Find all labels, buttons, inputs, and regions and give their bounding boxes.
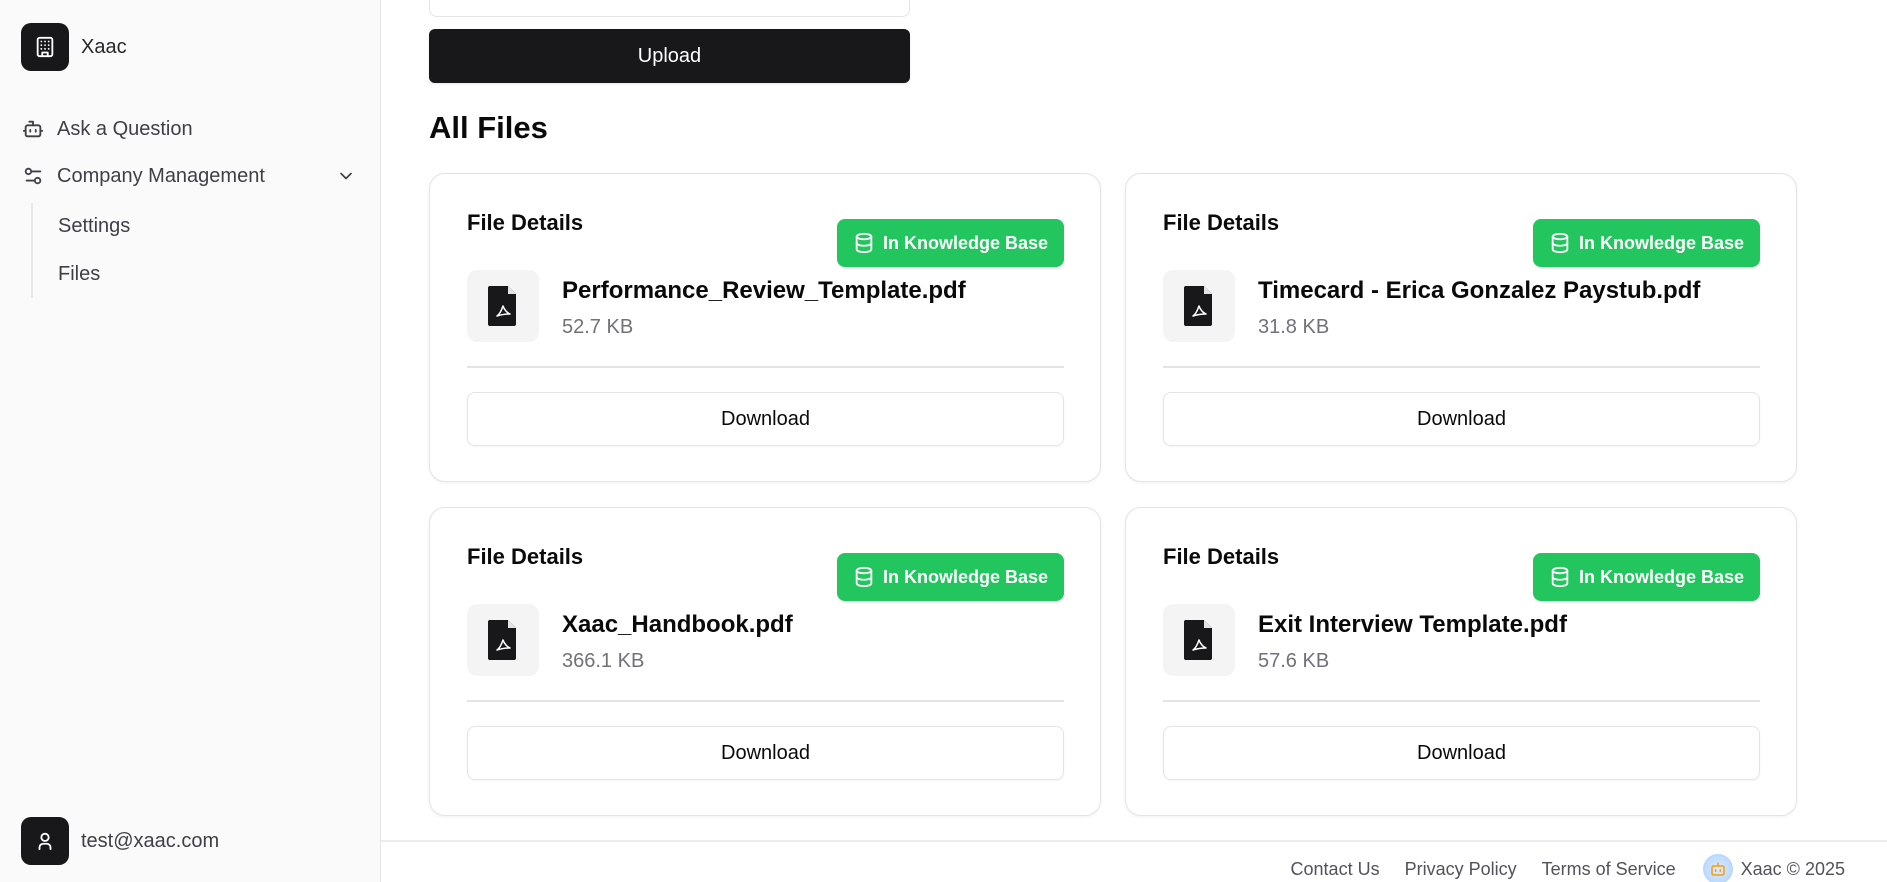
terms-of-service-link[interactable]: Terms of Service [1542,859,1676,880]
sidebar-item-settings[interactable]: Settings [58,215,130,238]
file-name: Xaac_Handbook.pdf [562,611,793,638]
divider [467,366,1064,368]
sidebar-item-ask-a-question[interactable]: Ask a Question [21,117,193,141]
main-content: Upload All Files File Details In Knowled… [381,0,1887,882]
download-button[interactable]: Download [1163,392,1760,446]
file-card: File Details In Knowledge Base Xaac_Hand… [429,507,1101,816]
download-button[interactable]: Download [467,392,1064,446]
database-icon [1549,232,1571,254]
card-title: File Details [467,544,584,569]
card-title: File Details [1163,544,1280,569]
file-size: 57.6 KB [1258,650,1330,672]
sidebar-item-files[interactable]: Files [58,263,100,286]
sidebar-item-label: Ask a Question [57,117,193,140]
database-icon [853,232,875,254]
database-icon [1549,566,1571,588]
file-size: 52.7 KB [562,316,634,338]
file-name: Performance_Review_Template.pdf [562,277,966,304]
sidebar: Xaac Ask a Question Company Management S… [0,0,381,882]
pdf-file-icon [1163,270,1235,342]
upload-button[interactable]: Upload [429,29,910,83]
footer-links: Contact Us Privacy Policy Terms of Servi… [1291,854,1845,882]
app: Xaac Ask a Question Company Management S… [0,0,1887,882]
xaac-logo-icon [1702,854,1733,882]
badge-label: In Knowledge Base [1578,232,1744,253]
badge-label: In Knowledge Base [882,232,1048,253]
contact-us-link[interactable]: Contact Us [1291,859,1380,880]
file-name: Timecard - Erica Gonzalez Paystub.pdf [1258,277,1701,304]
knowledge-base-badge: In Knowledge Base [1532,219,1760,267]
user-email: test@xaac.com [81,829,220,852]
database-icon [853,566,875,588]
knowledge-base-badge: In Knowledge Base [836,219,1064,267]
section-title: All Files [429,110,548,145]
file-size: 366.1 KB [562,650,645,672]
badge-label: In Knowledge Base [882,566,1048,587]
user-icon [21,817,69,865]
copyright: Xaac © 2025 [1740,858,1845,879]
sidebar-item-label: Company Management [57,164,265,187]
file-card: File Details In Knowledge Base Exit Inte… [1125,507,1797,816]
badge-label: In Knowledge Base [1578,566,1744,587]
footer: Contact Us Privacy Policy Terms of Servi… [381,840,1887,882]
pdf-file-icon [467,604,539,676]
card-title: File Details [1163,210,1280,235]
file-card: File Details In Knowledge Base Performan… [429,173,1101,482]
user-menu[interactable]: test@xaac.com [21,817,219,865]
brand-name: Xaac [81,35,127,58]
privacy-policy-link[interactable]: Privacy Policy [1405,859,1517,880]
file-size: 31.8 KB [1258,316,1330,338]
pdf-file-icon [467,270,539,342]
bot-icon [21,117,45,141]
file-name: Exit Interview Template.pdf [1258,611,1567,638]
pdf-file-icon [1163,604,1235,676]
divider [1163,700,1760,702]
sidebar-item-company-management[interactable]: Company Management [21,164,356,188]
file-card: File Details In Knowledge Base Timecard … [1125,173,1797,482]
chevron-down-icon[interactable] [336,166,356,192]
settings-sliders-icon [21,164,45,188]
submenu-guide-line [31,203,33,298]
file-input[interactable] [429,0,910,17]
brand[interactable]: Xaac [21,23,127,71]
divider [1163,366,1760,368]
knowledge-base-badge: In Knowledge Base [1532,553,1760,601]
download-button[interactable]: Download [467,726,1064,780]
card-title: File Details [467,210,584,235]
knowledge-base-badge: In Knowledge Base [836,553,1064,601]
download-button[interactable]: Download [1163,726,1760,780]
divider [467,700,1064,702]
building-icon [21,23,69,71]
